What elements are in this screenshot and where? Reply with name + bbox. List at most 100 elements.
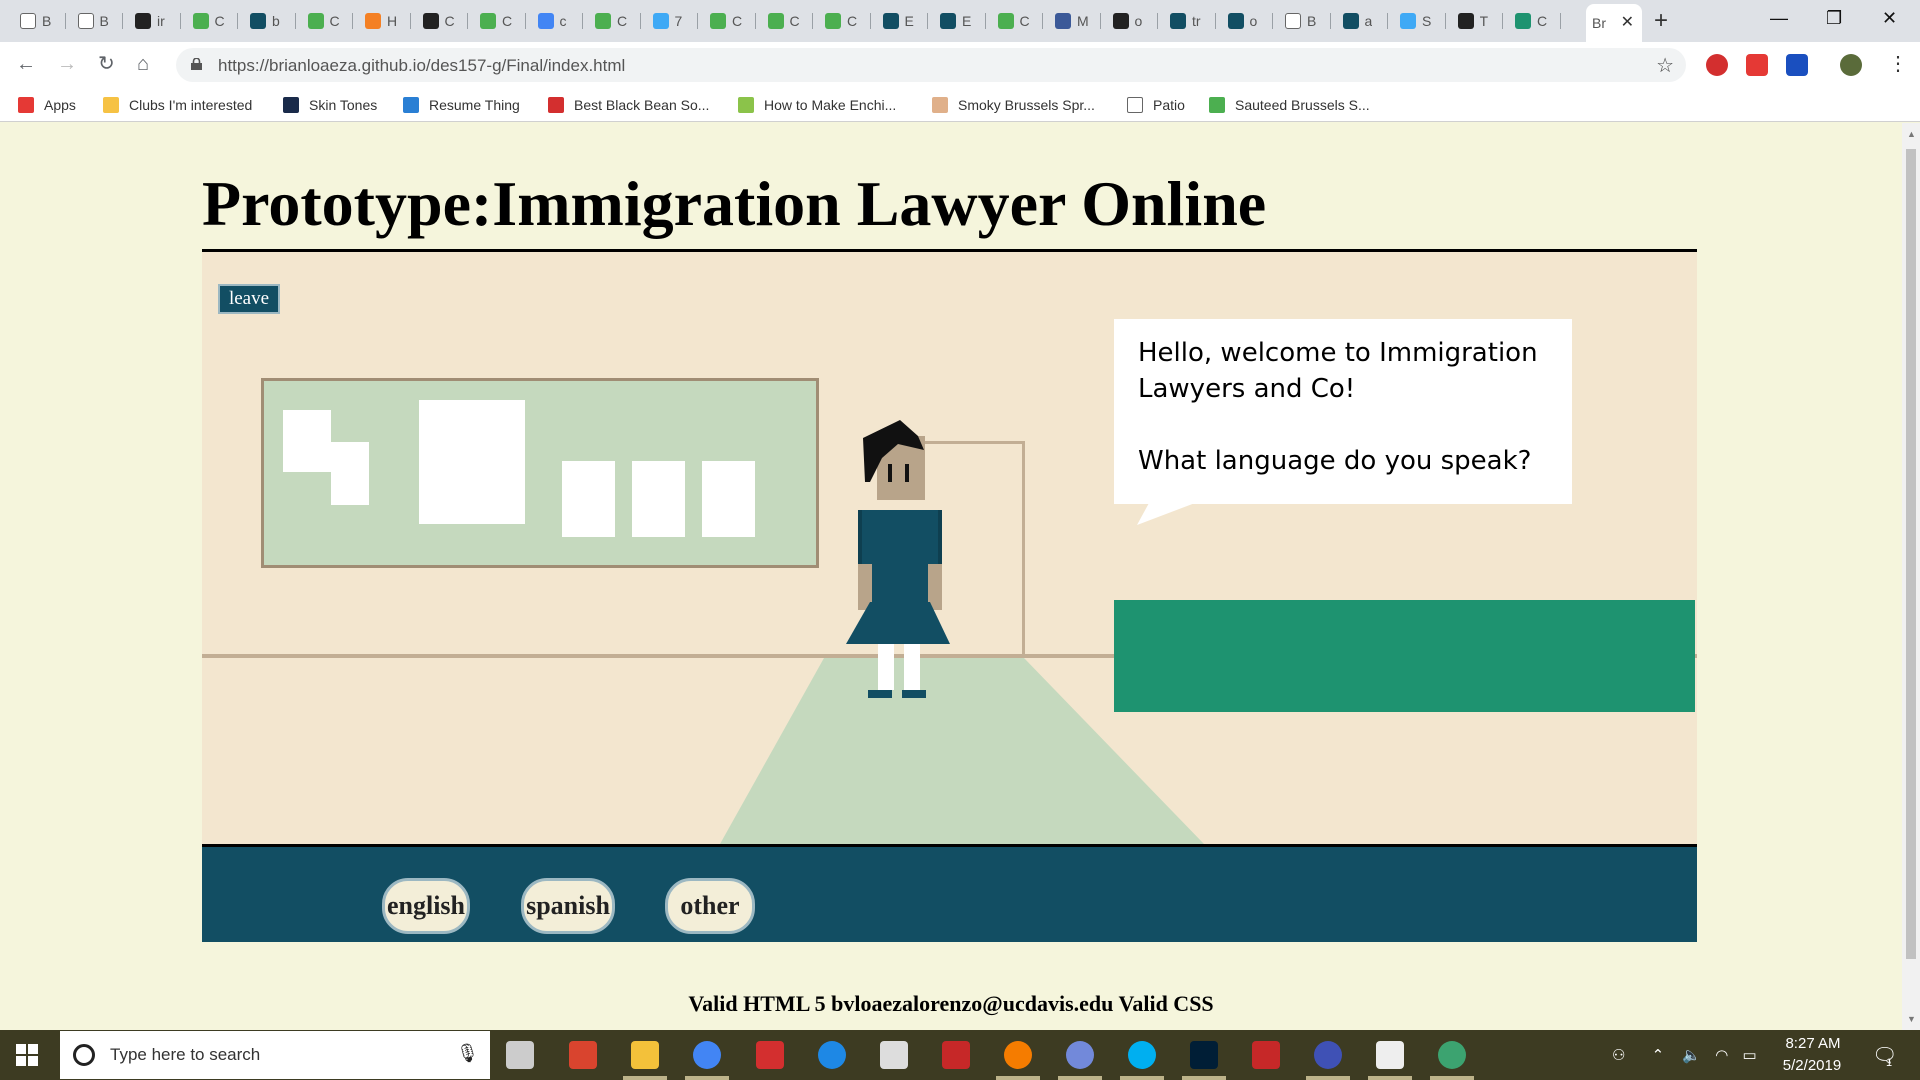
tab-26[interactable]: C	[1503, 7, 1561, 35]
bookmark-item[interactable]: Clubs I'm interested	[103, 95, 252, 115]
new-tab-button[interactable]: +	[1654, 7, 1668, 35]
tab-0[interactable]: B	[8, 7, 66, 35]
scroll-up-icon[interactable]: ▲	[1907, 129, 1916, 139]
skype-icon[interactable]	[1128, 1041, 1156, 1069]
browser-app-icon[interactable]	[1314, 1041, 1342, 1069]
bookmark-star-icon[interactable]: ☆	[1656, 53, 1674, 78]
microphone-icon[interactable]: 🎙	[456, 1043, 479, 1064]
home-button[interactable]: ⌂	[137, 52, 149, 76]
volume-icon[interactable]: 🔈	[1682, 1047, 1701, 1064]
github-icon	[1227, 13, 1244, 29]
edge-icon[interactable]	[818, 1041, 846, 1069]
windows-start-icon[interactable]	[16, 1044, 38, 1066]
other-button[interactable]: other	[665, 878, 755, 934]
mcafee-icon[interactable]	[942, 1041, 970, 1069]
url-text[interactable]: https://brianloaeza.github.io/des157-g/F…	[218, 56, 625, 76]
tab-13[interactable]: C	[756, 7, 813, 35]
tab-25[interactable]: T	[1446, 7, 1503, 35]
people-icon[interactable]: ⚇	[1612, 1047, 1625, 1064]
bookmark-item[interactable]: Patio	[1127, 95, 1185, 115]
pocket-icon[interactable]	[1746, 54, 1768, 76]
reader-icon[interactable]	[756, 1041, 784, 1069]
leave-button[interactable]: leave	[218, 284, 280, 314]
bookmark-item[interactable]: Apps	[18, 95, 76, 115]
tab-19[interactable]: o	[1101, 7, 1158, 35]
tab-15[interactable]: E	[871, 7, 928, 35]
bookmark-item[interactable]: Smoky Brussels Spr...	[932, 95, 1095, 115]
tab-10[interactable]: C	[583, 7, 641, 35]
bookmark-item[interactable]: Sauteed Brussels S...	[1209, 95, 1370, 115]
tab-8[interactable]: C	[468, 7, 526, 35]
feather-icon	[1515, 13, 1531, 29]
scroll-thumb[interactable]	[1906, 149, 1916, 959]
tab-7[interactable]: C	[411, 7, 468, 35]
taskbar-search[interactable]: Type here to search 🎙	[60, 1031, 490, 1079]
bookmark-item[interactable]: Best Black Bean So...	[548, 95, 709, 115]
close-window-button[interactable]: ✕	[1882, 6, 1897, 30]
tab-21[interactable]: o	[1216, 7, 1273, 35]
tab-11[interactable]: 7	[641, 7, 698, 35]
honey-icon[interactable]	[1786, 54, 1808, 76]
tab-5[interactable]: C	[296, 7, 353, 35]
w3schools-icon	[192, 13, 209, 29]
notification-icon[interactable]: 🗨	[1872, 1043, 1897, 1068]
tab-9[interactable]: c	[526, 7, 583, 35]
tab-24[interactable]: S	[1388, 7, 1446, 35]
tab-active[interactable]: Br ✕	[1586, 4, 1642, 42]
file-explorer-icon[interactable]	[631, 1041, 659, 1069]
running-indicator	[1368, 1076, 1412, 1080]
photoshop-icon[interactable]	[1190, 1041, 1218, 1069]
atom-icon[interactable]	[1438, 1041, 1466, 1069]
forward-button[interactable]: →	[57, 52, 77, 76]
tab-3[interactable]: C	[181, 7, 238, 35]
tab-2[interactable]: ir	[123, 7, 181, 35]
bookmark-item[interactable]: Skin Tones	[283, 95, 377, 115]
bookmark-label: Patio	[1153, 97, 1185, 113]
tab-20[interactable]: tr	[1158, 7, 1216, 35]
close-tab-icon[interactable]: ✕	[1621, 12, 1634, 32]
chevron-up-icon[interactable]: ⌃	[1652, 1047, 1665, 1064]
tab-17[interactable]: C	[986, 7, 1043, 35]
tab-12[interactable]: C	[698, 7, 756, 35]
menu-icon[interactable]: ⋮	[1888, 52, 1908, 76]
tab-14[interactable]: C	[813, 7, 871, 35]
avatar-icon[interactable]	[1840, 54, 1862, 76]
english-button[interactable]: english	[382, 878, 470, 934]
clock-date[interactable]: 5/2/2019	[1774, 1057, 1850, 1074]
scroll-down-icon[interactable]: ▼	[1907, 1014, 1916, 1024]
address-bar[interactable]: https://brianloaeza.github.io/des157-g/F…	[176, 48, 1686, 82]
task-view-icon[interactable]	[506, 1041, 534, 1069]
back-button[interactable]: ←	[16, 52, 36, 76]
bookmark-label: Skin Tones	[309, 97, 378, 113]
acrobat-icon[interactable]	[569, 1041, 597, 1069]
tab-16[interactable]: E	[928, 7, 986, 35]
clock-time[interactable]: 8:27 AM	[1778, 1035, 1848, 1052]
chrome-icon[interactable]	[693, 1041, 721, 1069]
maximize-button[interactable]: ❐	[1826, 6, 1842, 30]
photos-icon[interactable]	[1376, 1041, 1404, 1069]
wifi-icon[interactable]: ◠	[1715, 1047, 1728, 1064]
document-icon	[1285, 13, 1301, 29]
bookmark-item[interactable]: Resume Thing	[403, 95, 520, 115]
minimize-button[interactable]: —	[1770, 6, 1788, 30]
tab-18[interactable]: M	[1043, 7, 1101, 35]
discord-icon[interactable]	[1066, 1041, 1094, 1069]
tab-1[interactable]: B	[66, 7, 123, 35]
adblock-icon[interactable]	[1706, 54, 1728, 76]
tab-22[interactable]: B	[1273, 7, 1331, 35]
app-orange-icon[interactable]	[1004, 1041, 1032, 1069]
search-placeholder[interactable]: Type here to search	[110, 1045, 260, 1065]
tab-6[interactable]: H	[353, 7, 411, 35]
tab-4[interactable]: b	[238, 7, 296, 35]
w3schools-icon	[595, 13, 611, 29]
battery-icon[interactable]: ▭	[1743, 1047, 1757, 1064]
mcafee-shield-icon[interactable]	[1252, 1041, 1280, 1069]
tab-23[interactable]: a	[1331, 7, 1388, 35]
bookmark-item[interactable]: How to Make Enchi...	[738, 95, 896, 115]
mail-icon[interactable]	[880, 1041, 908, 1069]
reload-button[interactable]: ↻	[98, 52, 115, 76]
spanish-button[interactable]: spanish	[521, 878, 615, 934]
vertical-scrollbar[interactable]: ▲ ▼	[1902, 123, 1920, 1030]
lawyer-character	[846, 420, 950, 698]
running-indicator	[1430, 1076, 1474, 1080]
